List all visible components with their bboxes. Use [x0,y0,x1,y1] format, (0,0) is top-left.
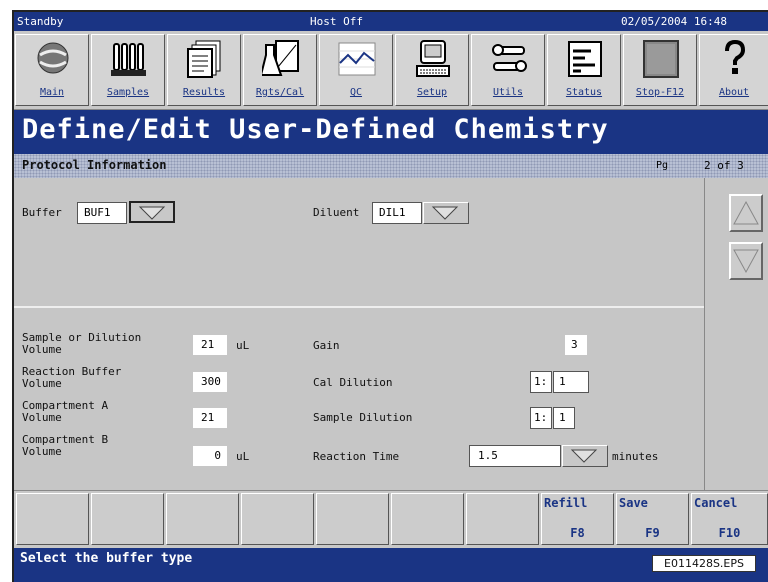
compartment-a-volume-label: Compartment A Volume [22,399,109,424]
reaction-time-unit: minutes [612,450,659,463]
figure-tag: E011428S.EPS [652,555,756,572]
status-label: Status [565,87,603,98]
about-button[interactable]: About [699,34,768,106]
instrument-screen: Standby Host Off 02/05/2004 16:48 Main S… [12,10,768,582]
stop-button[interactable]: Stop-F12 [623,34,697,106]
diluent-field[interactable]: DIL1 [372,202,422,224]
status-button[interactable]: Status [547,34,621,106]
gain-field[interactable]: 3 [564,334,588,356]
main-button[interactable]: Main [15,34,89,106]
fkey-1[interactable] [16,493,89,545]
flask-chart-icon [262,40,299,76]
function-key-bar: Refill F8 Save F9 Cancel F10 [14,490,768,548]
qc-graph-icon [338,42,376,76]
save-key: F9 [645,526,660,540]
rgts-cal-button[interactable]: Rgts/Cal [243,34,317,106]
sample-dilution-prefix: 1: [530,407,552,429]
reaction-time-label: Reaction Time [313,450,400,463]
triangle-down-icon [733,249,759,274]
stop-square-icon [643,40,679,78]
page-up-button[interactable] [729,194,763,232]
rgts-cal-label: Rgts/Cal [255,87,305,98]
sample-volume-label: Sample or Dilution Volume [22,331,142,356]
tools-icon [492,44,527,72]
chevron-down-icon [431,206,459,220]
triangle-up-icon [733,200,759,225]
host-status: Host Off [310,15,363,28]
cancel-label: Cancel [694,496,738,510]
cal-dilution-field[interactable]: 1 [553,371,589,393]
page-indicator: 2 of 3 [704,159,744,172]
cancel-button[interactable]: Cancel F10 [691,493,768,545]
globe-icon [37,42,69,74]
stop-label: Stop-F12 [635,87,685,98]
main-label: Main [39,87,65,98]
section-title: Protocol Information [22,158,167,172]
fkey-6[interactable] [391,493,464,545]
diluent-label: Diluent [313,206,360,219]
utils-label: Utils [492,87,524,98]
main-toolbar: Main Samples Results Rgts/Cal QC Setup U… [14,31,768,110]
setup-button[interactable]: Setup [395,34,469,106]
test-tubes-icon [111,43,146,76]
sample-volume-unit: uL [236,339,250,352]
gain-label: Gain [313,339,340,352]
compartment-b-volume-unit: uL [236,450,250,463]
reaction-buffer-volume-label: Reaction Buffer Volume [22,365,122,390]
samples-label: Samples [106,87,150,98]
page-title-bar: Define/Edit User-Defined Chemistry [14,110,768,154]
status-message: Select the buffer type [20,551,193,566]
status-bar: Standby Host Off 02/05/2004 16:48 [14,12,768,31]
qc-button[interactable]: QC [319,34,393,106]
samples-button[interactable]: Samples [91,34,165,106]
sample-dilution-label: Sample Dilution [313,411,413,424]
fkey-2[interactable] [91,493,164,545]
reaction-time-field[interactable]: 1.5 [469,445,561,467]
utils-button[interactable]: Utils [471,34,545,106]
computer-icon [416,40,450,77]
refill-button[interactable]: Refill F8 [541,493,614,545]
fkey-7[interactable] [466,493,539,545]
fkey-4[interactable] [241,493,314,545]
fkey-5[interactable] [316,493,389,545]
question-icon [725,39,746,74]
cal-dilution-prefix: 1: [530,371,552,393]
refill-key: F8 [570,526,585,540]
setup-label: Setup [416,87,448,98]
chevron-down-icon [570,449,598,463]
page-scroll-panel [704,178,768,490]
buffer-field[interactable]: BUF1 [77,202,127,224]
results-button[interactable]: Results [167,34,241,106]
about-label: About [718,87,750,98]
cal-dilution-label: Cal Dilution [313,376,393,389]
save-label: Save [619,496,648,510]
section-header: Protocol Information Pg 2 of 3 [14,154,768,178]
compartment-a-volume-field[interactable]: 21 [192,407,228,429]
chevron-down-icon [138,206,166,220]
fkey-3[interactable] [166,493,239,545]
status-datetime: 02/05/2004 16:48 [621,15,727,28]
buffer-dropdown-button[interactable] [129,201,175,223]
sample-volume-field[interactable]: 21 [192,334,228,356]
buffer-label: Buffer [22,206,62,219]
buffer-diluent-section: Buffer BUF1 Diluent DIL1 [14,178,704,308]
reaction-buffer-volume-field[interactable]: 300 [192,371,228,393]
status-mode: Standby [17,15,64,28]
page-label: Pg [656,160,669,171]
refill-label: Refill [544,496,588,510]
reaction-time-dropdown-button[interactable] [562,445,608,467]
documents-icon [187,40,221,78]
compartment-b-volume-label: Compartment B Volume [22,433,109,458]
status-panel-icon [568,41,602,77]
page-title: Define/Edit User-Defined Chemistry [22,114,609,145]
results-label: Results [182,87,226,98]
compartment-b-volume-field[interactable]: 0 [192,445,228,467]
sample-dilution-field[interactable]: 1 [553,407,575,429]
cancel-key: F10 [718,526,741,540]
page-down-button[interactable] [729,242,763,280]
save-button[interactable]: Save F9 [616,493,689,545]
form-area: Buffer BUF1 Diluent DIL1 Sample or Dilut… [14,178,704,490]
diluent-dropdown-button[interactable] [423,202,469,224]
qc-label: QC [349,87,363,98]
